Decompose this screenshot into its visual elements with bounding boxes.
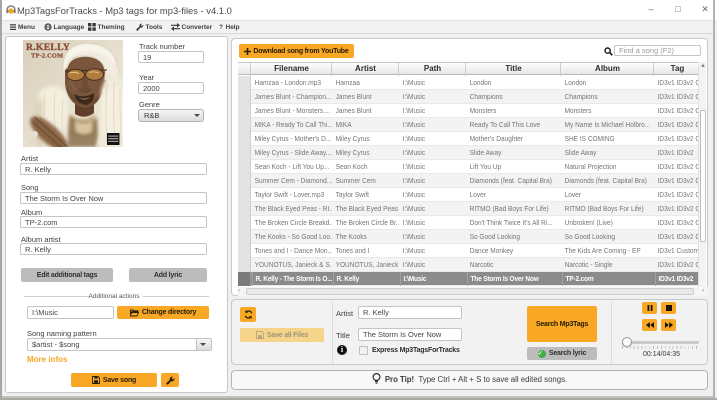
svg-text:TP-2.COM: TP-2.COM bbox=[31, 53, 63, 60]
svg-text:R.KELLY: R.KELLY bbox=[26, 42, 70, 53]
